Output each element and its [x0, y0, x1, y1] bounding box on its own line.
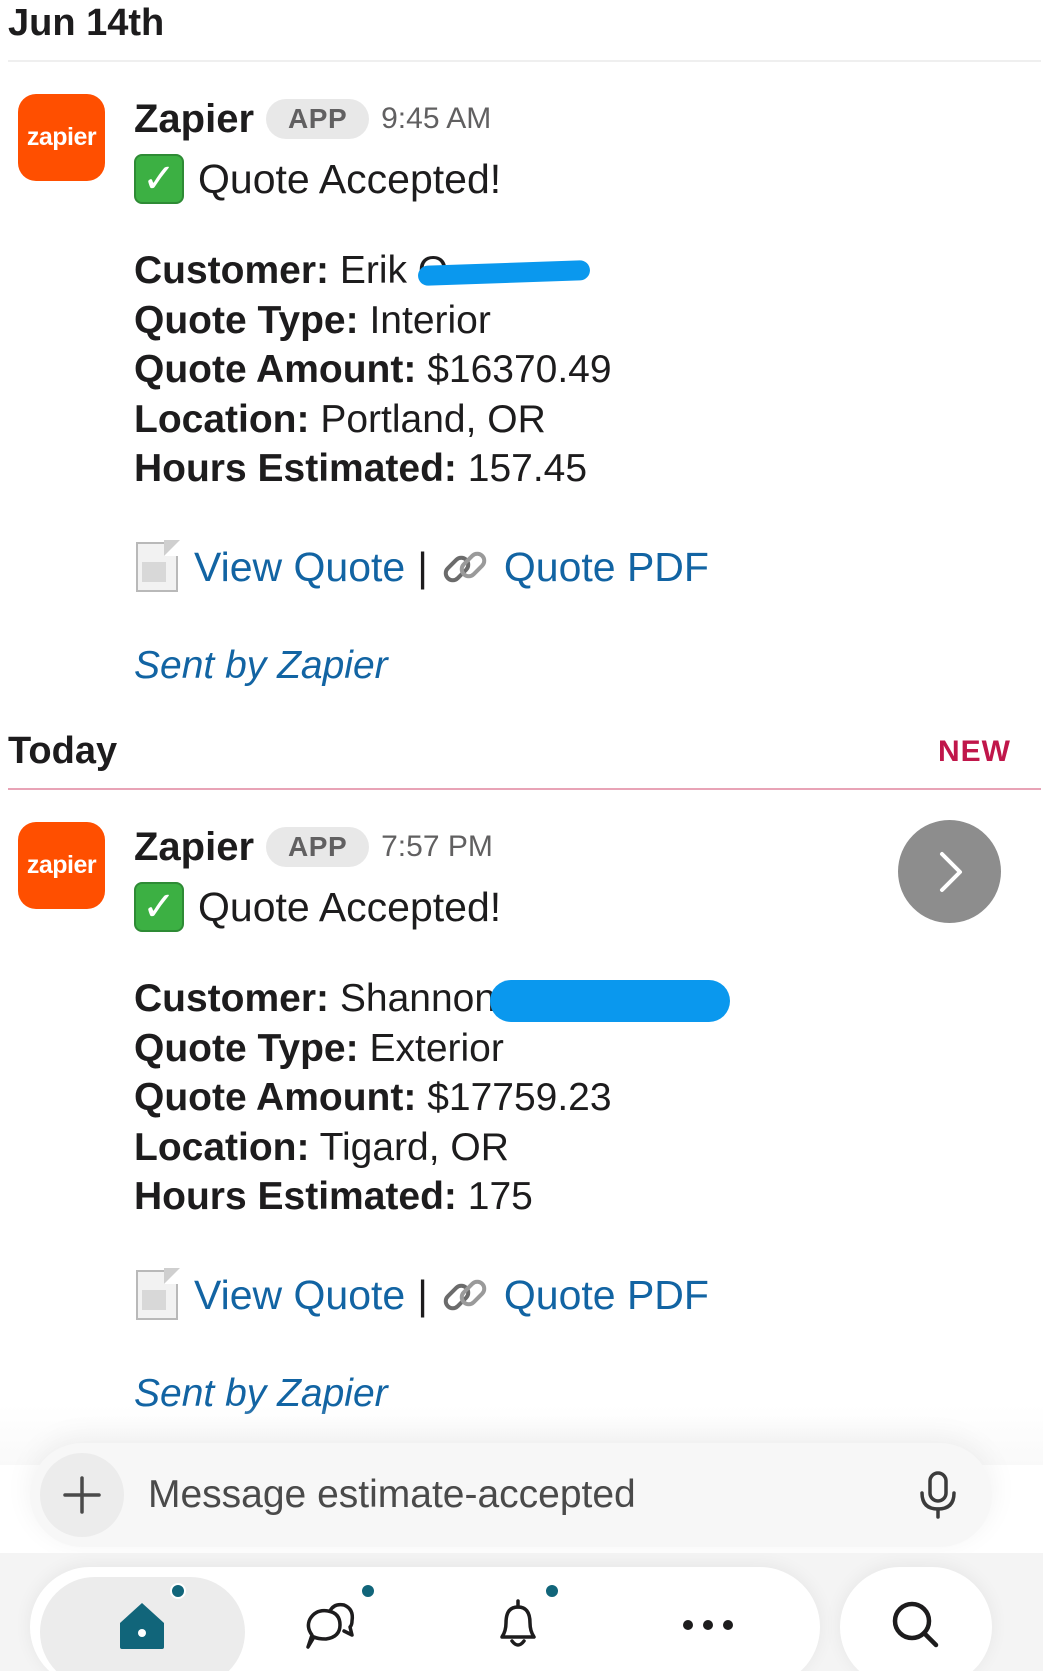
message-header: Zapier APP 9:45 AM	[134, 94, 491, 144]
unread-dot	[360, 1583, 376, 1599]
tab-home[interactable]	[102, 1583, 186, 1665]
quote-type-field: Quote Type: Exterior	[134, 1024, 730, 1074]
chevron-right-icon	[939, 851, 962, 892]
field-value: Shannon	[339, 977, 497, 1020]
redaction-mark	[490, 979, 731, 1022]
hours-field: Hours Estimated: 157.45	[134, 444, 612, 494]
date-divider	[8, 60, 1041, 62]
quote-amount-field: Quote Amount: $17759.23	[134, 1073, 730, 1123]
tab-activity[interactable]	[478, 1583, 560, 1665]
field-value: Portland, OR	[320, 397, 546, 441]
field-value: $17759.23	[427, 1076, 612, 1119]
hours-field: Hours Estimated: 175	[134, 1172, 730, 1222]
view-quote-link[interactable]: View Quote	[194, 544, 405, 591]
quote-pdf-link[interactable]: Quote PDF	[504, 1272, 709, 1319]
jump-forward-button[interactable]	[898, 820, 1001, 923]
quote-amount-field: Quote Amount: $16370.49	[134, 345, 612, 395]
quote-type-field: Quote Type: Interior	[134, 296, 612, 346]
document-icon	[136, 1268, 180, 1320]
field-label: Customer:	[134, 249, 330, 292]
customer-field: Customer: Shannon	[134, 974, 731, 1024]
document-icon	[136, 540, 180, 592]
tab-dms[interactable]	[290, 1583, 376, 1665]
message-input[interactable]	[148, 1465, 848, 1525]
app-badge: APP	[266, 99, 370, 139]
new-messages-label: NEW	[938, 735, 1011, 768]
check-mark-icon: ✓	[134, 154, 184, 204]
field-value: $16370.49	[427, 348, 612, 391]
tab-more[interactable]	[668, 1585, 748, 1665]
date-header: Jun 14th	[8, 2, 165, 44]
field-label: Quote Type:	[134, 298, 359, 342]
field-value: Tigard, OR	[319, 1125, 509, 1169]
view-quote-link[interactable]: View Quote	[194, 1272, 405, 1319]
activity-bell-icon	[500, 1599, 536, 1647]
quote-pdf-link[interactable]: Quote PDF	[504, 544, 709, 591]
timestamp[interactable]: 9:45 AM	[381, 102, 491, 136]
field-label: Hours Estimated:	[134, 447, 457, 490]
unread-dot	[170, 1583, 186, 1599]
plus-icon	[63, 1476, 101, 1514]
message[interactable]: zapier Zapier APP 7:57 PM ✓ Quote Accept…	[0, 822, 1043, 1422]
sent-by-footer: Sent by Zapier	[134, 644, 388, 687]
unread-dot	[544, 1583, 560, 1599]
microphone-icon[interactable]	[912, 1469, 964, 1521]
sender-name[interactable]: Zapier	[134, 97, 254, 142]
field-label: Location:	[134, 1125, 310, 1169]
customer-field: Customer: Erik O	[134, 246, 612, 296]
dms-icon	[306, 1602, 355, 1649]
link-separator: |	[417, 543, 428, 590]
link-separator: |	[417, 1271, 428, 1318]
date-header: Today	[8, 730, 118, 772]
search-icon	[892, 1601, 939, 1648]
message-header: Zapier APP 7:57 PM	[134, 822, 493, 872]
search-button[interactable]	[840, 1567, 992, 1671]
field-label: Customer:	[134, 977, 330, 1020]
field-value: 157.45	[467, 447, 588, 490]
quote-links: View Quote | Quote PDF	[136, 540, 709, 592]
sender-name[interactable]: Zapier	[134, 825, 254, 870]
more-icon	[683, 1620, 733, 1630]
check-mark-icon: ✓	[134, 882, 184, 932]
add-attachment-button[interactable]	[40, 1453, 124, 1537]
link-chain-icon	[443, 551, 487, 583]
field-value: Exterior	[369, 1026, 504, 1070]
quote-fields: Customer: Shannon Quote Type: Exterior Q…	[134, 974, 731, 1222]
quote-fields: Customer: Erik O Quote Type: Interior Qu…	[134, 246, 612, 494]
quote-links: View Quote | Quote PDF	[136, 1268, 709, 1320]
field-value: 175	[467, 1175, 533, 1218]
home-icon	[120, 1603, 164, 1649]
message-composer	[30, 1443, 992, 1547]
new-messages-divider	[8, 788, 1041, 790]
avatar[interactable]: zapier	[18, 822, 105, 909]
message-title: ✓ Quote Accepted!	[134, 882, 501, 932]
avatar[interactable]: zapier	[18, 94, 105, 181]
location-field: Location: Portland, OR	[134, 395, 612, 445]
field-label: Quote Amount:	[134, 348, 417, 391]
message[interactable]: zapier Zapier APP 9:45 AM ✓ Quote Accept…	[0, 94, 1043, 694]
timestamp[interactable]: 7:57 PM	[381, 830, 493, 864]
field-label: Hours Estimated:	[134, 1175, 457, 1218]
title-text: Quote Accepted!	[198, 883, 502, 930]
field-label: Location:	[134, 397, 310, 441]
field-value: Interior	[369, 298, 491, 342]
app-badge: APP	[266, 827, 370, 867]
field-label: Quote Amount:	[134, 1076, 417, 1119]
link-chain-icon	[443, 1279, 487, 1311]
message-title: ✓ Quote Accepted!	[134, 154, 501, 204]
location-field: Location: Tigard, OR	[134, 1123, 730, 1173]
title-text: Quote Accepted!	[198, 155, 502, 202]
field-label: Quote Type:	[134, 1026, 359, 1070]
